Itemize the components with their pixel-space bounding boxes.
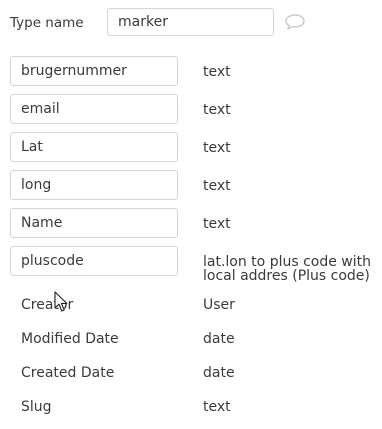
field-name-input[interactable]: Lat: [10, 132, 178, 162]
field-type: text: [203, 140, 231, 156]
type-name-input[interactable]: marker: [107, 8, 274, 36]
builtin-field-type: text: [203, 399, 231, 415]
builtin-field-type: date: [203, 331, 235, 347]
field-type: text: [203, 64, 231, 80]
field-name-input[interactable]: email: [10, 94, 178, 124]
type-name-label: Type name: [10, 15, 84, 31]
builtin-field-name: Modified Date: [21, 331, 119, 347]
builtin-field-name: Slug: [21, 399, 52, 415]
field-type: text: [203, 102, 231, 118]
builtin-field-type: User: [203, 297, 235, 313]
builtin-field-name: Created Date: [21, 365, 115, 381]
builtin-field-type: date: [203, 365, 235, 381]
speech-bubble-icon[interactable]: [284, 13, 306, 31]
field-name-input[interactable]: long: [10, 170, 178, 200]
field-name-input[interactable]: Name: [10, 208, 178, 238]
mouse-pointer-icon: [54, 291, 68, 312]
field-name-input[interactable]: brugernummer: [10, 56, 178, 86]
field-name-input[interactable]: pluscode: [10, 246, 178, 276]
field-type-line-2: local addres (Plus code): [203, 268, 370, 284]
field-type: text: [203, 216, 231, 232]
field-type: text: [203, 178, 231, 194]
